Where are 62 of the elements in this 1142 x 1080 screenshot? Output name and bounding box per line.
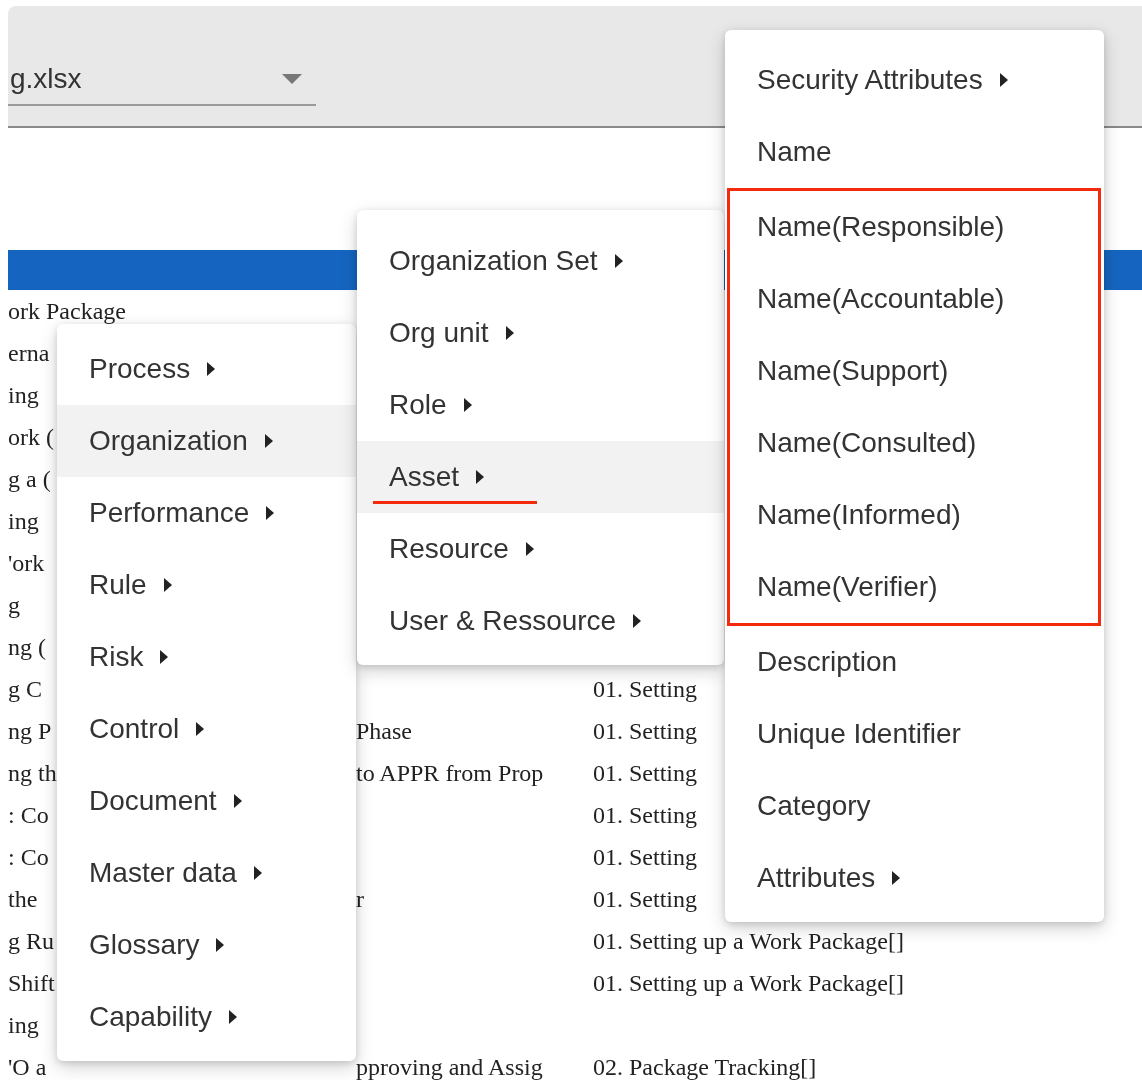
table-cell: : Co xyxy=(8,803,49,827)
table-cell: to APPR from Prop xyxy=(356,761,544,785)
menu-item[interactable]: Glossary xyxy=(57,909,356,981)
menu-item[interactable]: Security Attributes xyxy=(725,44,1104,116)
menu-item[interactable]: Master data xyxy=(57,837,356,909)
table-cell: ng ( xyxy=(8,635,46,659)
menu-item[interactable]: Name(Responsible) xyxy=(730,191,1098,263)
table-cell: Phase xyxy=(356,719,412,743)
table-cell: 01. Setting xyxy=(593,677,697,701)
menu-item[interactable]: Description xyxy=(725,626,1104,698)
table-cell: 'O a xyxy=(8,1055,47,1079)
menu-item[interactable]: User & Ressource xyxy=(357,585,724,657)
table-cell: 01. Setting xyxy=(593,845,697,869)
table-cell: 01. Setting xyxy=(593,887,697,911)
table-cell: ing xyxy=(8,509,39,533)
menu-item[interactable]: Attributes xyxy=(725,842,1104,914)
table-cell: g xyxy=(8,593,20,617)
menu-item[interactable]: Role xyxy=(357,369,724,441)
menu-item[interactable]: Organization Set xyxy=(357,225,724,297)
table-cell: ork Package xyxy=(8,299,126,323)
table-cell: ing xyxy=(8,1013,39,1037)
table-cell: 01. Setting xyxy=(593,719,697,743)
menu-item[interactable]: Resource xyxy=(357,513,724,585)
table-cell: r xyxy=(356,887,364,911)
menu-item[interactable]: Risk xyxy=(57,621,356,693)
menu-item[interactable]: Category xyxy=(725,770,1104,842)
menu-item[interactable]: Performance xyxy=(57,477,356,549)
menu-item[interactable]: Capability xyxy=(57,981,356,1053)
file-select[interactable]: g.xlsx xyxy=(8,54,316,106)
table-cell: Shift xyxy=(8,971,55,995)
menu-item[interactable]: Rule xyxy=(57,549,356,621)
menu-item[interactable]: Name(Consulted) xyxy=(730,407,1098,479)
menu-item[interactable]: Control xyxy=(57,693,356,765)
table-cell: 01. Setting xyxy=(593,803,697,827)
table-cell: 02. Package Tracking[] xyxy=(593,1055,817,1079)
table-cell: 01. Setting up a Work Package[] xyxy=(593,971,904,995)
table-cell: ng P xyxy=(8,719,52,743)
table-cell: pproving and Assig xyxy=(356,1055,543,1079)
table-cell: : Co xyxy=(8,845,49,869)
menu-item[interactable]: Name(Accountable) xyxy=(730,263,1098,335)
menu-item[interactable]: Name xyxy=(725,116,1104,188)
table-cell: 'ork xyxy=(8,551,45,575)
table-cell: the xyxy=(8,887,38,911)
menu-item[interactable]: Name(Verifier) xyxy=(730,551,1098,623)
table-cell: g C xyxy=(8,677,42,701)
table-cell: g a ( xyxy=(8,467,51,491)
menu-item[interactable]: Asset xyxy=(357,441,724,513)
menu-item[interactable]: Org unit xyxy=(357,297,724,369)
table-cell: ork ( xyxy=(8,425,54,449)
menu-item[interactable]: Name(Informed) xyxy=(730,479,1098,551)
table-cell: 01. Setting xyxy=(593,761,697,785)
menu-item[interactable]: Organization xyxy=(57,405,356,477)
table-cell: 01. Setting up a Work Package[] xyxy=(593,929,904,953)
table-cell: g Ru xyxy=(8,929,54,953)
dropdown-caret-icon xyxy=(282,74,302,84)
menu-item[interactable]: Document xyxy=(57,765,356,837)
table-cell: ing xyxy=(8,383,39,407)
table-cell: ng th xyxy=(8,761,57,785)
menu-item[interactable]: Process xyxy=(57,333,356,405)
menu-item[interactable]: Name(Support) xyxy=(730,335,1098,407)
table-cell: erna xyxy=(8,341,50,365)
menu-item[interactable]: Unique Identifier xyxy=(725,698,1104,770)
